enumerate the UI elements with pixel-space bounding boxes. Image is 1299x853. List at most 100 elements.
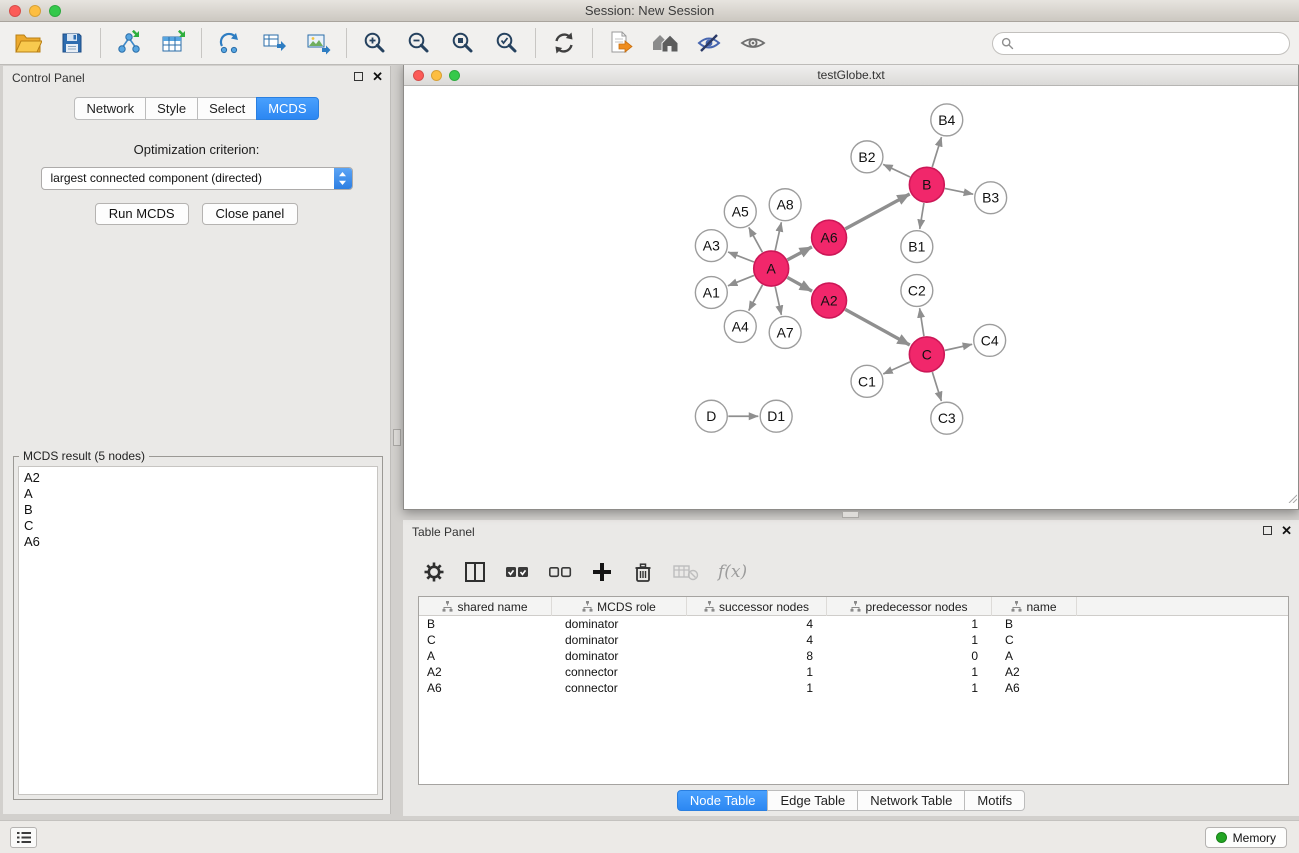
graph-edge-A-A1[interactable] [728,275,754,285]
minimize-network-icon[interactable] [431,70,442,81]
network-canvas[interactable]: B4B2BB3A8A5A6B1A3AC2A1A2A4A7C4CC1C3DD1 [404,86,1298,509]
memory-status-icon [1216,832,1227,843]
zoom-window-icon[interactable] [49,5,61,17]
unselect-all-icon[interactable] [548,563,572,581]
eye-icon[interactable] [731,24,775,62]
graph-edge-B-B2[interactable] [883,164,910,177]
network-window-titlebar[interactable]: testGlobe.txt [404,65,1298,86]
result-item[interactable]: A6 [24,534,372,550]
search-input[interactable] [1019,37,1281,51]
column-type-icon [704,601,715,612]
result-item[interactable]: B [24,502,372,518]
graph-edge-C-C3[interactable] [932,372,941,401]
select-all-icon[interactable] [505,563,529,581]
result-item[interactable]: C [24,518,372,534]
graph-edge-B-B3[interactable] [945,188,973,194]
table-cell: B [419,616,552,632]
criterion-dropdown[interactable]: largest connected component (directed) [41,167,353,190]
zoom-out-icon[interactable] [397,24,441,62]
clone-network-icon[interactable] [252,24,296,62]
tab-mcds[interactable]: MCDS [256,97,318,120]
column-header-MCDS-role[interactable]: MCDS role [552,597,687,616]
network-from-selection-icon[interactable] [208,24,252,62]
float-panel-icon[interactable] [354,72,363,81]
table-cell: dominator [552,616,687,632]
open-session-icon[interactable] [6,24,50,62]
close-panel-icon[interactable]: ✕ [372,70,383,83]
graph-edge-C-C2[interactable] [920,308,924,336]
add-icon[interactable] [591,561,613,583]
table-row[interactable]: Adominator80A [419,648,1288,664]
trash-icon[interactable] [632,561,654,583]
graph-edge-A-A3[interactable] [728,252,754,262]
graphics-details-icon[interactable] [687,24,731,62]
result-item[interactable]: A [24,486,372,502]
zoom-fit-icon[interactable] [441,24,485,62]
graph-edge-A-A4[interactable] [749,285,763,311]
table-cell: connector [552,680,687,696]
graph-edge-B-B1[interactable] [920,203,924,229]
task-list-icon[interactable] [10,827,37,848]
graph-node-label: B4 [938,112,955,128]
resize-grip-icon[interactable] [1287,490,1297,508]
split-column-icon[interactable] [464,561,486,583]
home-icon[interactable] [643,24,687,62]
gear-icon[interactable] [423,561,445,583]
open-file-icon[interactable] [599,24,643,62]
table-row[interactable]: A2connector11A2 [419,664,1288,680]
horizontal-splitter[interactable] [842,511,859,518]
network-graph[interactable]: B4B2BB3A8A5A6B1A3AC2A1A2A4A7C4CC1C3DD1 [404,86,1298,509]
refresh-view-icon[interactable] [542,24,586,62]
result-item[interactable]: A2 [24,470,372,486]
float-table-panel-icon[interactable] [1263,526,1272,535]
column-header-predecessor-nodes[interactable]: predecessor nodes [827,597,992,616]
vertical-splitter[interactable] [393,429,401,446]
node-table: shared nameMCDS rolesuccessor nodesprede… [418,596,1289,785]
zoom-selected-icon[interactable] [485,24,529,62]
table-row[interactable]: A6connector11A6 [419,680,1288,696]
tab-select[interactable]: Select [197,97,257,120]
graph-edge-C-C4[interactable] [945,344,972,350]
search-field[interactable] [992,32,1290,55]
close-window-icon[interactable] [9,5,21,17]
import-table-icon[interactable] [151,24,195,62]
import-network-icon[interactable] [107,24,151,62]
network-window: testGlobe.txt B4B2BB3A8A5A6B1A3AC2A1A2A4… [403,64,1299,510]
graph-edge-A-A5[interactable] [749,227,763,252]
control-panel: Control Panel ✕ NetworkStyleSelectMCDS O… [3,66,391,814]
memory-button[interactable]: Memory [1205,827,1287,848]
tab-network[interactable]: Network [74,97,146,120]
save-session-icon[interactable] [50,24,94,62]
table-row[interactable]: Bdominator41B [419,616,1288,632]
tab-motifs[interactable]: Motifs [964,790,1025,811]
graph-edge-B-B4[interactable] [932,137,941,167]
column-header-shared-name[interactable]: shared name [419,597,552,616]
graph-edge-A-A7[interactable] [775,287,781,315]
export-image-icon[interactable] [296,24,340,62]
run-mcds-button[interactable]: Run MCDS [95,203,189,225]
column-header-name[interactable]: name [992,597,1077,616]
graph-edge-A-A6[interactable] [787,247,811,260]
graph-node-label: D [706,408,716,424]
maximize-network-icon[interactable] [449,70,460,81]
graph-edge-A-A2[interactable] [787,277,812,291]
graph-edge-A6-B[interactable] [845,194,909,229]
control-panel-title: Control Panel [12,71,85,85]
close-network-icon[interactable] [413,70,424,81]
graph-edge-C-C1[interactable] [883,362,910,374]
table-row[interactable]: Cdominator41C [419,632,1288,648]
minimize-window-icon[interactable] [29,5,41,17]
table-body: Bdominator41BCdominator41CAdominator80AA… [419,616,1288,696]
close-table-panel-icon[interactable]: ✕ [1281,524,1292,537]
tab-node-table[interactable]: Node Table [677,790,769,811]
graph-edge-A-A8[interactable] [775,222,781,250]
tab-network-table[interactable]: Network Table [857,790,965,811]
close-panel-button[interactable]: Close panel [202,203,299,225]
tab-edge-table[interactable]: Edge Table [767,790,858,811]
tab-style[interactable]: Style [145,97,198,120]
graph-edge-A2-C[interactable] [845,309,910,345]
zoom-in-icon[interactable] [353,24,397,62]
dropdown-stepper-icon [334,168,352,189]
table-cell: 0 [827,648,992,664]
column-header-successor-nodes[interactable]: successor nodes [687,597,827,616]
